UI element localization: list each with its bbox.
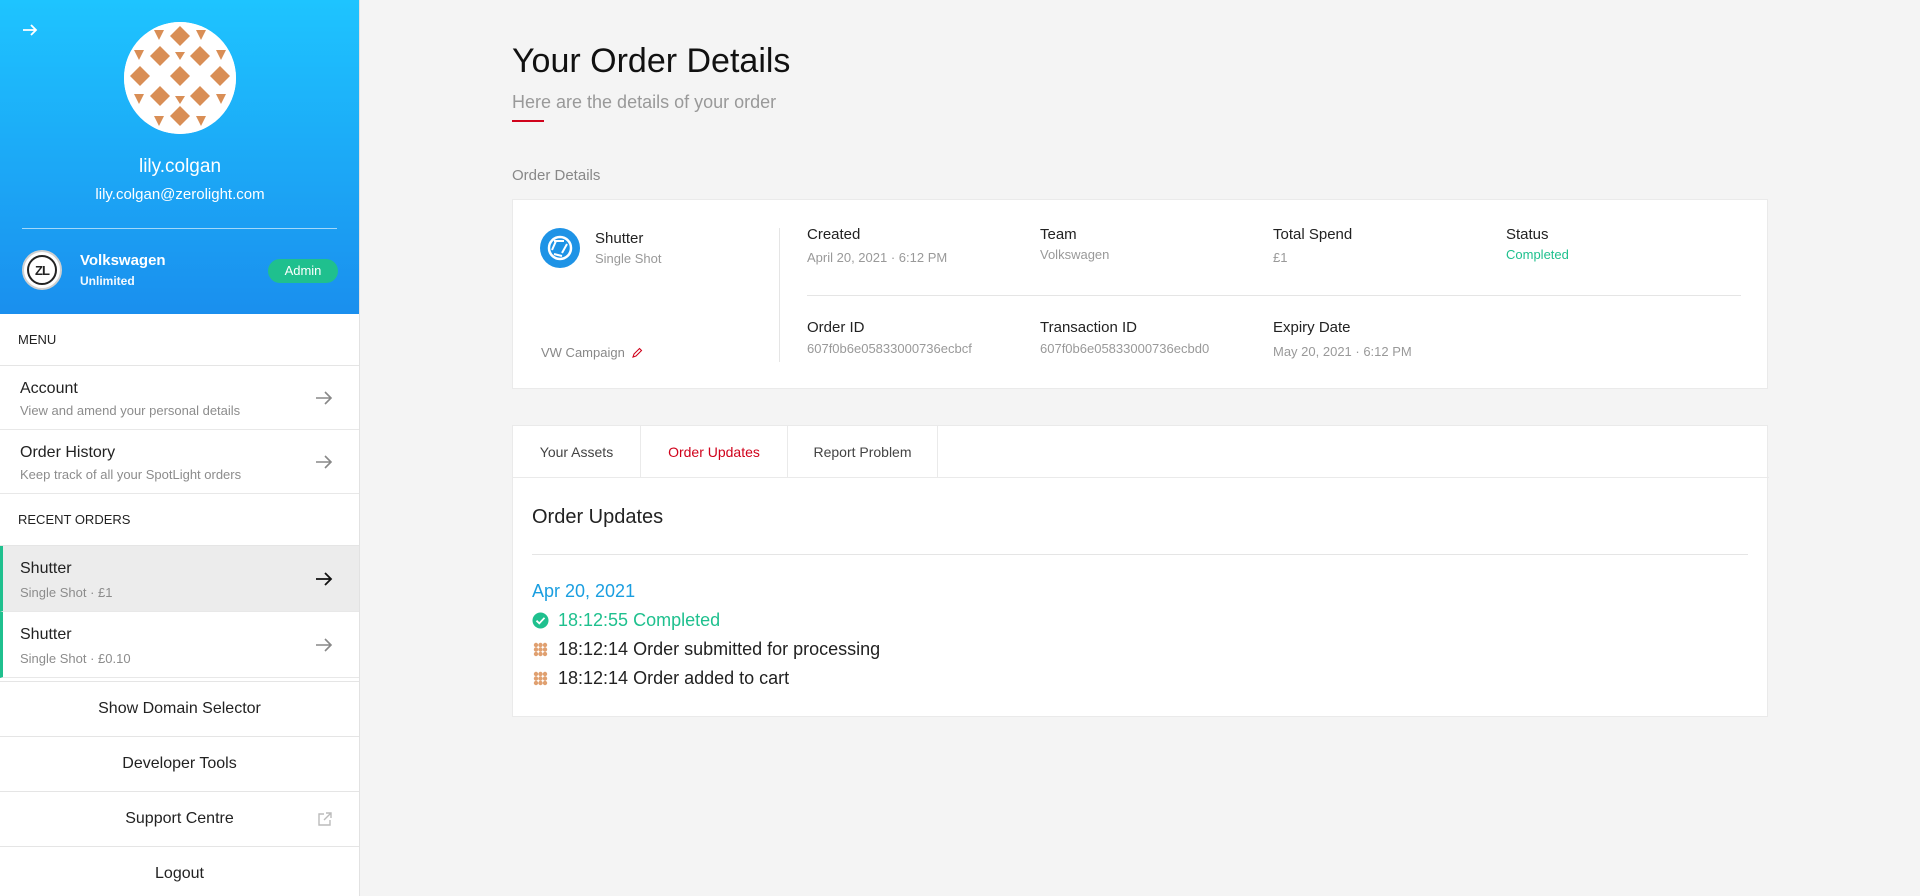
updates-divider: [532, 554, 1748, 555]
status-label: Status: [1506, 226, 1549, 243]
order-details-card: Shutter Single Shot VW Campaign Created …: [512, 199, 1768, 389]
menu-item-subtitle: View and amend your personal details: [20, 403, 241, 418]
tab-order-updates[interactable]: Order Updates: [641, 426, 788, 478]
order-updates-title: Order Updates: [532, 506, 664, 528]
avatar-pattern-icon: [124, 22, 236, 134]
profile-divider: [22, 228, 337, 229]
total-spend-value: £1: [1273, 250, 1288, 265]
role-badge: Admin: [268, 259, 338, 283]
menu-item-title: Account: [20, 380, 78, 397]
org-name: Volkswagen: [80, 252, 166, 269]
title-underline: [512, 120, 544, 122]
page-subtitle: Here are the details of your order: [512, 92, 777, 112]
arrow-right-icon: [316, 455, 333, 469]
transaction-id-value: 607f0b6e05833000736ecbd0: [1040, 341, 1210, 356]
order-details-label: Order Details: [512, 167, 601, 184]
support-centre-button[interactable]: Support Centre: [0, 791, 359, 846]
team-label: Team: [1040, 226, 1077, 243]
menu-heading: MENU: [0, 314, 359, 366]
campaign-name[interactable]: VW Campaign: [541, 345, 643, 360]
recent-order-item[interactable]: Shutter Single Shot · £0.10: [0, 612, 359, 678]
created-value: April 20, 2021 · 6:12 PM: [807, 250, 948, 265]
org-logo: ZL: [22, 250, 62, 290]
avatar[interactable]: [124, 22, 236, 134]
update-text: 18:12:14 Order added to cart: [558, 668, 790, 688]
shutter-icon: [540, 228, 580, 268]
menu-item-order-history[interactable]: Order History Keep track of all your Spo…: [0, 430, 359, 494]
recent-order-subtitle: Single Shot · £1: [20, 585, 113, 600]
created-label: Created: [807, 226, 861, 243]
menu-item-title: Order History: [20, 444, 116, 461]
grid-dots-icon: [533, 642, 548, 657]
order-id-value: 607f0b6e05833000736ecbcf: [807, 341, 972, 356]
service-name: Shutter: [595, 230, 644, 247]
recent-orders-heading: RECENT ORDERS: [0, 494, 359, 546]
status-value: Completed: [1506, 247, 1569, 262]
tab-bar: Your Assets Order Updates Report Problem: [513, 426, 1769, 478]
check-circle-icon: [532, 612, 549, 629]
page-title: Your Order Details: [512, 42, 791, 80]
order-tabs-card: Your Assets Order Updates Report Problem…: [512, 425, 1769, 717]
profile-header: lily.colgan lily.colgan@zerolight.com ZL…: [0, 0, 359, 314]
update-entry: 18:12:55 Completed: [532, 610, 720, 631]
transaction-id-label: Transaction ID: [1040, 319, 1137, 336]
user-email: lily.colgan@zerolight.com: [95, 186, 265, 203]
logout-button[interactable]: Logout: [0, 846, 359, 896]
tab-your-assets[interactable]: Your Assets: [513, 426, 641, 478]
campaign-label: VW Campaign: [541, 345, 625, 360]
total-spend-label: Total Spend: [1273, 226, 1353, 243]
expiry-date-value: May 20, 2021 · 6:12 PM: [1273, 344, 1412, 359]
sidebar: lily.colgan lily.colgan@zerolight.com ZL…: [0, 0, 360, 896]
recent-order-subtitle: Single Shot · £0.10: [20, 651, 131, 666]
show-domain-selector-button[interactable]: Show Domain Selector: [0, 681, 359, 736]
recent-orders-list: Shutter Single Shot · £1 Shutter Single …: [0, 546, 359, 678]
update-date: Apr 20, 2021: [532, 581, 636, 601]
org-logo-text: ZL: [27, 255, 57, 285]
update-entry: 18:12:14 Order added to cart: [532, 668, 789, 689]
support-centre-label: Support Centre: [125, 810, 234, 827]
arrow-right-icon: [316, 638, 333, 652]
recent-order-item[interactable]: Shutter Single Shot · £1: [0, 546, 359, 612]
grid-dots-icon: [533, 671, 548, 686]
recent-order-title: Shutter: [20, 626, 72, 643]
edit-pencil-icon[interactable]: [631, 347, 643, 359]
vertical-divider: [779, 228, 780, 362]
username: lily.colgan: [138, 156, 222, 177]
menu-item-account[interactable]: Account View and amend your personal det…: [0, 366, 359, 430]
arrow-right-icon: [316, 391, 333, 405]
arrow-right-icon: [316, 572, 333, 586]
org-plan: Unlimited: [80, 274, 135, 288]
update-text: 18:12:55 Completed: [558, 610, 721, 630]
service-type: Single Shot: [595, 251, 662, 266]
expiry-date-label: Expiry Date: [1273, 319, 1351, 336]
menu-item-subtitle: Keep track of all your SpotLight orders: [20, 467, 242, 482]
horizontal-divider: [807, 295, 1741, 296]
tab-report-problem[interactable]: Report Problem: [788, 426, 938, 478]
developer-tools-button[interactable]: Developer Tools: [0, 736, 359, 791]
recent-order-title: Shutter: [20, 560, 72, 577]
update-entry: 18:12:14 Order submitted for processing: [532, 639, 880, 660]
collapse-sidebar-icon[interactable]: [20, 20, 40, 40]
external-link-icon: [318, 812, 332, 826]
team-value: Volkswagen: [1040, 247, 1110, 262]
order-id-label: Order ID: [807, 319, 865, 336]
update-text: 18:12:14 Order submitted for processing: [558, 639, 881, 659]
